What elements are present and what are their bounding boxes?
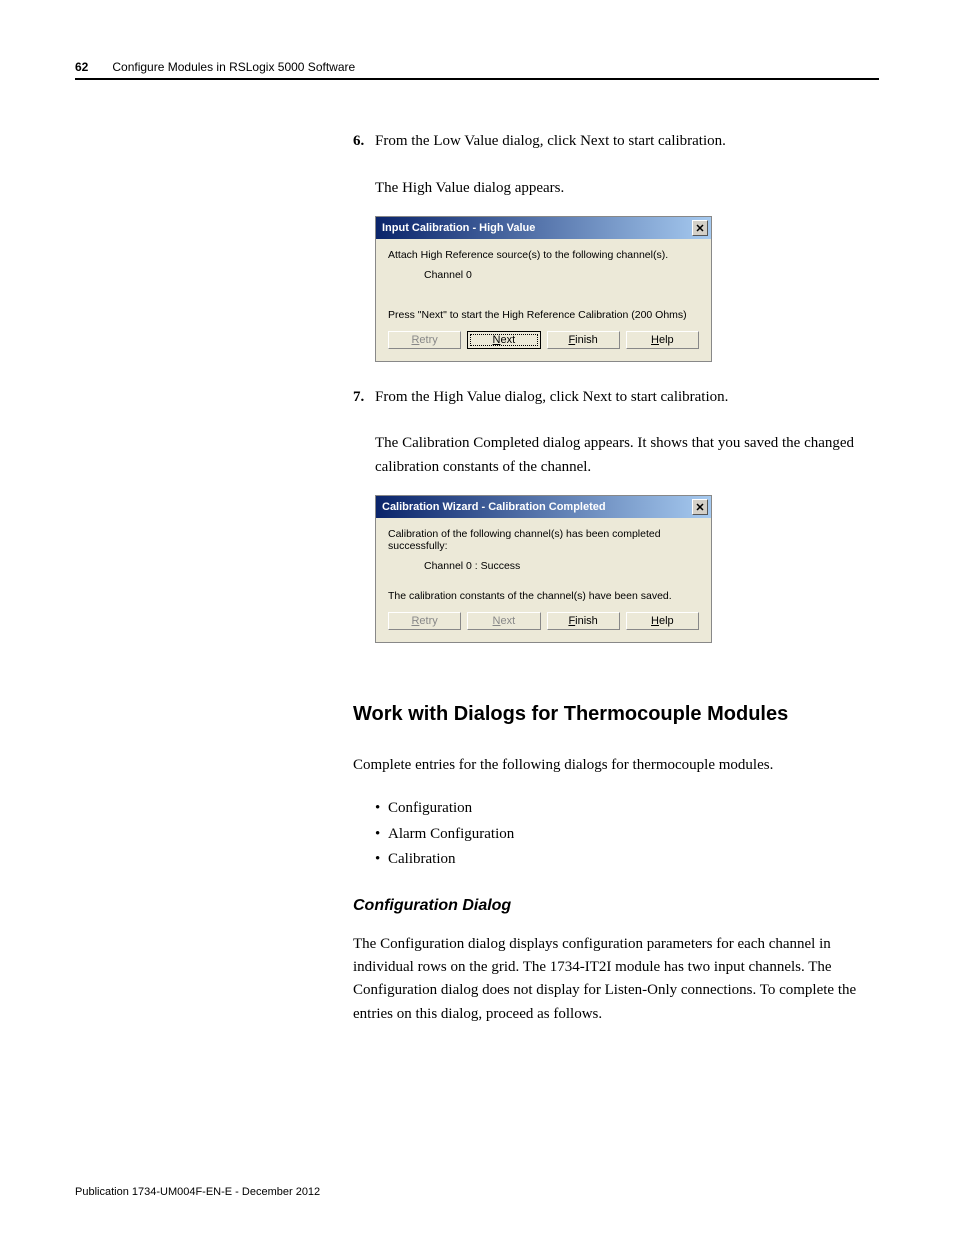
dialog-body: Calibration of the following channel(s) … [376, 518, 711, 642]
finish-button[interactable]: Finish [547, 612, 620, 630]
bullet-list: Configuration Alarm Configuration Calibr… [389, 796, 879, 873]
next-button: Next [467, 612, 540, 630]
dialog-high-value: Input Calibration - High Value Attach Hi… [375, 216, 712, 362]
step-number: 7. [353, 386, 375, 409]
dialog-text-2: Press "Next" to start the High Reference… [388, 309, 699, 321]
dialog-channel: Channel 0 : Success [424, 560, 699, 572]
main-content: 6. From the Low Value dialog, click Next… [353, 130, 879, 1026]
list-item: Calibration [389, 847, 879, 873]
help-button[interactable]: Help [626, 612, 699, 630]
dialog-title: Calibration Wizard - Calibration Complet… [382, 501, 606, 513]
subsection-heading: Configuration Dialog [353, 897, 879, 915]
section-heading: Work with Dialogs for Thermocouple Modul… [353, 703, 879, 726]
dialog-channel: Channel 0 [424, 269, 699, 281]
step-7: 7. From the High Value dialog, click Nex… [353, 386, 879, 409]
page-header: 62 Configure Modules in RSLogix 5000 Sof… [75, 60, 879, 80]
close-icon[interactable] [692, 220, 708, 236]
dialog-text-2: The calibration constants of the channel… [388, 590, 699, 602]
dialog-buttons: Retry Next Finish Help [388, 331, 699, 349]
next-button[interactable]: Next [467, 331, 540, 349]
page-number: 62 [75, 60, 88, 74]
page-footer: Publication 1734-UM004F-EN-E - December … [75, 1186, 879, 1198]
body-paragraph: The Configuration dialog displays config… [353, 933, 879, 1026]
step-6: 6. From the Low Value dialog, click Next… [353, 130, 879, 153]
section-intro: Complete entries for the following dialo… [353, 754, 879, 777]
step-number: 6. [353, 130, 375, 153]
dialog-titlebar: Calibration Wizard - Calibration Complet… [376, 496, 711, 518]
close-icon[interactable] [692, 499, 708, 515]
list-item: Alarm Configuration [389, 822, 879, 848]
list-item: Configuration [389, 796, 879, 822]
help-button[interactable]: Help [626, 331, 699, 349]
retry-button: Retry [388, 612, 461, 630]
header-section-title: Configure Modules in RSLogix 5000 Softwa… [112, 60, 355, 74]
retry-button: Retry [388, 331, 461, 349]
step-text: From the High Value dialog, click Next t… [375, 386, 728, 409]
dialog-title: Input Calibration - High Value [382, 222, 535, 234]
dialog-text-1: Attach High Reference source(s) to the f… [388, 249, 699, 261]
dialog-body: Attach High Reference source(s) to the f… [376, 239, 711, 361]
dialog-calibration-completed: Calibration Wizard - Calibration Complet… [375, 495, 712, 643]
step-text: From the Low Value dialog, click Next to… [375, 130, 726, 153]
step-6-follow: The High Value dialog appears. [375, 177, 879, 200]
dialog-titlebar: Input Calibration - High Value [376, 217, 711, 239]
step-7-follow: The Calibration Completed dialog appears… [375, 432, 879, 479]
finish-button[interactable]: Finish [547, 331, 620, 349]
dialog-buttons: Retry Next Finish Help [388, 612, 699, 630]
dialog-text-1: Calibration of the following channel(s) … [388, 528, 699, 552]
